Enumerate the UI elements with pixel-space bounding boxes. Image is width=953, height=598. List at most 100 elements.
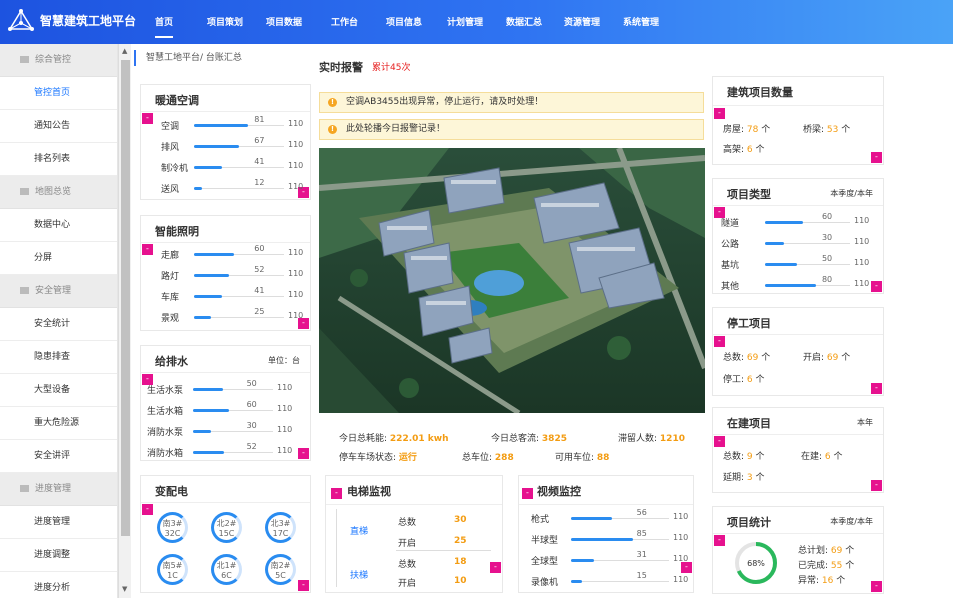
stat-label: 总数: (723, 452, 745, 462)
nav-resource-management[interactable]: 资源管理 (564, 15, 600, 28)
collapse-button[interactable]: - (871, 152, 882, 163)
sidebar-item-major-hazards[interactable]: 重大危险源 (0, 407, 117, 440)
bar-max: 110 (288, 290, 304, 299)
sidebar-group-safety[interactable]: 安全管理 (0, 275, 117, 308)
collapse-button[interactable]: - (331, 488, 342, 499)
sidebar-item-safety-review[interactable]: 安全讲评 (0, 440, 117, 473)
sidebar-group-map-overview[interactable]: 地图总览 (0, 176, 117, 209)
scroll-thumb[interactable] (121, 60, 130, 536)
nav-project-data[interactable]: 项目数据 (266, 15, 302, 28)
collapse-button[interactable]: - (298, 580, 309, 591)
sidebar-group-progress[interactable]: 进度管理 (0, 473, 117, 506)
bar-fill (765, 263, 797, 266)
bar-fill (193, 451, 224, 454)
stat-unit: 个 (755, 452, 765, 462)
stat-value: 6 (746, 145, 753, 155)
panel-title: 停工项目 (727, 317, 771, 330)
transformer-temp: 1C (167, 571, 178, 580)
bar-max: 110 (854, 216, 870, 225)
bar-max: 110 (277, 425, 293, 434)
alert-message[interactable]: ! 空调AB3455出现异常，停止运行，请及时处理！ (319, 92, 704, 113)
sidebar-item-hazard-check[interactable]: 隐患排查 (0, 341, 117, 374)
divider (141, 111, 310, 112)
nav-plan-management[interactable]: 计划管理 (447, 15, 483, 28)
flow-stat: 今日总客流: 3825 (491, 431, 567, 444)
available-spaces: 可用车位: 88 (555, 450, 609, 463)
collapse-button[interactable]: - (871, 383, 882, 394)
nav-data-summary[interactable]: 数据汇总 (506, 15, 542, 28)
transformer-name: 南2# (270, 561, 291, 570)
sidebar-item-notices[interactable]: 通知公告 (0, 110, 117, 143)
top-bar: 智慧建筑工地平台 首页 项目策划 项目数据 工作台 项目信息 计划管理 数据汇总… (0, 0, 953, 44)
stat-value: 运行 (398, 453, 417, 463)
bar-row: 全球型 31 110 (531, 550, 699, 568)
nav-system-management[interactable]: 系统管理 (623, 15, 659, 28)
warning-icon: ! (328, 98, 337, 107)
stat-label: 滞留人数: (618, 434, 658, 444)
bar-label: 全球型 (531, 557, 559, 567)
nav-home[interactable]: 首页 (155, 15, 174, 38)
collapse-button[interactable]: - (142, 113, 153, 124)
collapse-button[interactable]: - (522, 488, 533, 499)
transformer-name: 南5# (162, 561, 183, 570)
sidebar: 综合管控 管控首页 通知公告 排名列表 地图总览 数据中心 分屏 安全管理 安全… (0, 44, 118, 598)
sidebar-item-ranking[interactable]: 排名列表 (0, 143, 117, 176)
stat-value: 3 (746, 473, 753, 483)
bar-label: 生活水箱 (147, 407, 184, 417)
elevator-value: 10 (454, 576, 467, 586)
sidebar-scrollbar[interactable]: ▲ ▼ (118, 44, 131, 598)
sidebar-item-progress-management[interactable]: 进度管理 (0, 506, 117, 539)
nav-workbench[interactable]: 工作台 (331, 15, 358, 28)
stat-label: 高架: (723, 145, 745, 155)
scroll-up-icon[interactable]: ▲ (122, 47, 127, 55)
collapse-button[interactable]: - (714, 108, 725, 119)
bar-max: 110 (288, 182, 304, 191)
divider (713, 205, 883, 206)
collapse-button[interactable]: - (714, 535, 725, 546)
bar-fill (194, 187, 202, 190)
sidebar-group-label: 地图总览 (35, 187, 72, 197)
divider (713, 334, 883, 335)
stat-value: 9 (746, 452, 753, 462)
panel-title: 给排水 (155, 355, 188, 368)
nav-planning[interactable]: 项目策划 (207, 15, 243, 28)
divider (141, 372, 310, 373)
unit-label: 单位：台 (268, 356, 300, 365)
sidebar-item-safety-stats[interactable]: 安全统计 (0, 308, 117, 341)
bar-value: 81 (254, 115, 265, 124)
transformer-ring: 北3# 17C (265, 512, 296, 543)
alert-message[interactable]: ! 此处轮播今日报警记录！ (319, 119, 704, 140)
bar-row: 制冷机 41 110 (161, 157, 314, 175)
period-label[interactable]: 本年 (857, 417, 873, 428)
bar-label: 录像机 (531, 578, 559, 588)
divider (713, 434, 883, 435)
divider (519, 504, 693, 505)
sidebar-item-split-screen[interactable]: 分屏 (0, 242, 117, 275)
bar-label: 生活水泵 (147, 386, 184, 396)
elevator-key: 开启 (398, 579, 417, 589)
period-label[interactable]: 本季度/本年 (830, 188, 873, 199)
sidebar-item-progress-analysis[interactable]: 进度分析 (0, 572, 117, 598)
alarm-count: 累计45次 (372, 63, 411, 73)
bar-value: 41 (254, 157, 265, 166)
collapse-button[interactable]: - (490, 562, 501, 573)
collapse-button[interactable]: - (142, 244, 153, 255)
collapse-button[interactable]: - (714, 336, 725, 347)
collapse-button[interactable]: - (142, 504, 153, 515)
bar-label: 路灯 (161, 272, 180, 282)
sidebar-item-control-home[interactable]: 管控首页 (0, 77, 117, 110)
sidebar-group-overall-control[interactable]: 综合管控 (0, 44, 117, 77)
sidebar-item-progress-adjust[interactable]: 进度调整 (0, 539, 117, 572)
collapse-button[interactable]: - (714, 436, 725, 447)
sidebar-item-data-center[interactable]: 数据中心 (0, 209, 117, 242)
collapse-button[interactable]: - (871, 480, 882, 491)
sidebar-item-large-equipment[interactable]: 大型设备 (0, 374, 117, 407)
bar-label: 制冷机 (161, 164, 189, 174)
panel-title: 在建项目 (727, 417, 771, 430)
stat-label: 桥梁: (803, 125, 825, 135)
bar-max: 110 (277, 446, 293, 455)
period-label[interactable]: 本季度/本年 (830, 516, 873, 527)
collapse-button[interactable]: - (871, 581, 882, 592)
nav-project-info[interactable]: 项目信息 (386, 15, 422, 28)
scroll-down-icon[interactable]: ▼ (122, 585, 127, 593)
